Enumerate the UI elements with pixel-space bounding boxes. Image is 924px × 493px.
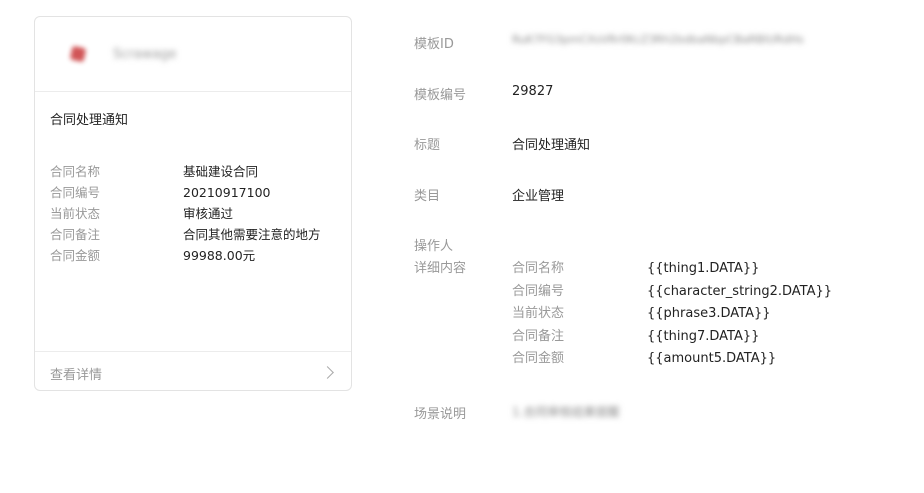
title-value: 合同处理通知 xyxy=(512,138,591,153)
card-field-row: 合同备注 合同其他需要注意的地方 xyxy=(50,224,350,245)
detail-placeholder: {{thing1.DATA}} xyxy=(647,261,760,276)
title-row: 标题 合同处理通知 xyxy=(414,134,590,153)
scene-description-label: 场景说明 xyxy=(414,407,467,422)
detail-content-label: 详细内容 xyxy=(414,261,467,276)
detail-key: 合同金额 xyxy=(512,351,565,366)
operator-row: 操作人 xyxy=(414,235,512,254)
card-title: 合同处理通知 xyxy=(50,113,129,128)
field-value: 合同其他需要注意的地方 xyxy=(183,227,321,242)
detail-key: 合同编号 xyxy=(512,283,565,299)
template-id-label: 模板ID xyxy=(414,37,454,52)
detail-key: 当前状态 xyxy=(512,306,565,321)
field-label: 合同备注 xyxy=(50,227,101,242)
field-value: 99988.00元 xyxy=(183,248,256,263)
card-fields: 合同名称 基础建设合同 合同编号 20210917100 当前状态 审核通过 合… xyxy=(50,161,350,266)
category-row: 类目 企业管理 xyxy=(414,185,564,204)
template-id-row: 模板ID RuK7FG3pmCXsVRr0KcZ3Rh2bdbaNbpCBaRB… xyxy=(414,33,804,52)
scene-description-row: 场景说明 1.合同审核结果提醒 xyxy=(414,403,619,422)
detail-row: 合同金额 {{amount5.DATA}} xyxy=(512,348,832,371)
detail-content-row: 详细内容 合同名称 {{thing1.DATA}} 合同编号 {{charact… xyxy=(414,258,832,371)
detail-row: 合同备注 {{thing7.DATA}} xyxy=(512,326,832,349)
field-label: 当前状态 xyxy=(50,206,101,221)
category-label: 类目 xyxy=(414,189,441,204)
detail-key: 合同名称 xyxy=(512,261,565,276)
card-field-row: 当前状态 审核通过 xyxy=(50,203,350,224)
card-header: Scrawage xyxy=(35,17,351,92)
detail-placeholder: {{character_string2.DATA}} xyxy=(647,283,833,299)
message-preview-card: Scrawage 合同处理通知 合同名称 基础建设合同 合同编号 2021091… xyxy=(34,16,352,391)
card-field-row: 合同编号 20210917100 xyxy=(50,182,350,203)
card-field-row: 合同金额 99988.00元 xyxy=(50,245,350,266)
detail-placeholder: {{phrase3.DATA}} xyxy=(647,306,771,321)
detail-placeholder: {{amount5.DATA}} xyxy=(647,351,777,366)
detail-placeholder: {{thing7.DATA}} xyxy=(647,328,760,344)
field-value: 20210917100 xyxy=(183,185,271,200)
view-details-label: 查看详情 xyxy=(50,368,103,383)
detail-content-list: 合同名称 {{thing1.DATA}} 合同编号 {{character_st… xyxy=(512,258,832,371)
detail-row: 合同名称 {{thing1.DATA}} xyxy=(512,258,832,281)
scene-description-value: 1.合同审核结果提醒 xyxy=(512,405,620,419)
field-label: 合同名称 xyxy=(50,164,101,179)
template-number-row: 模板编号 29827 xyxy=(414,84,553,103)
field-value: 审核通过 xyxy=(183,206,234,221)
detail-row: 当前状态 {{phrase3.DATA}} xyxy=(512,303,832,326)
field-label: 合同金额 xyxy=(50,248,101,263)
app-name: Scrawage xyxy=(113,47,177,62)
detail-key: 合同备注 xyxy=(512,328,565,344)
field-value: 基础建设合同 xyxy=(183,164,259,179)
operator-label: 操作人 xyxy=(414,239,454,254)
title-label: 标题 xyxy=(414,138,441,153)
chevron-right-icon xyxy=(321,366,334,379)
field-label: 合同编号 xyxy=(50,185,101,200)
app-logo-icon xyxy=(69,45,87,63)
category-value: 企业管理 xyxy=(512,189,565,204)
view-details-link[interactable]: 查看详情 xyxy=(35,351,351,392)
template-id-value: RuK7FG3pmCXsVRr0KcZ3Rh2bdbaNbpCBaRBlURdH… xyxy=(512,33,804,46)
detail-row: 合同编号 {{character_string2.DATA}} xyxy=(512,281,832,304)
card-field-row: 合同名称 基础建设合同 xyxy=(50,161,350,182)
template-number-label: 模板编号 xyxy=(414,88,467,103)
template-number-value: 29827 xyxy=(512,84,554,99)
